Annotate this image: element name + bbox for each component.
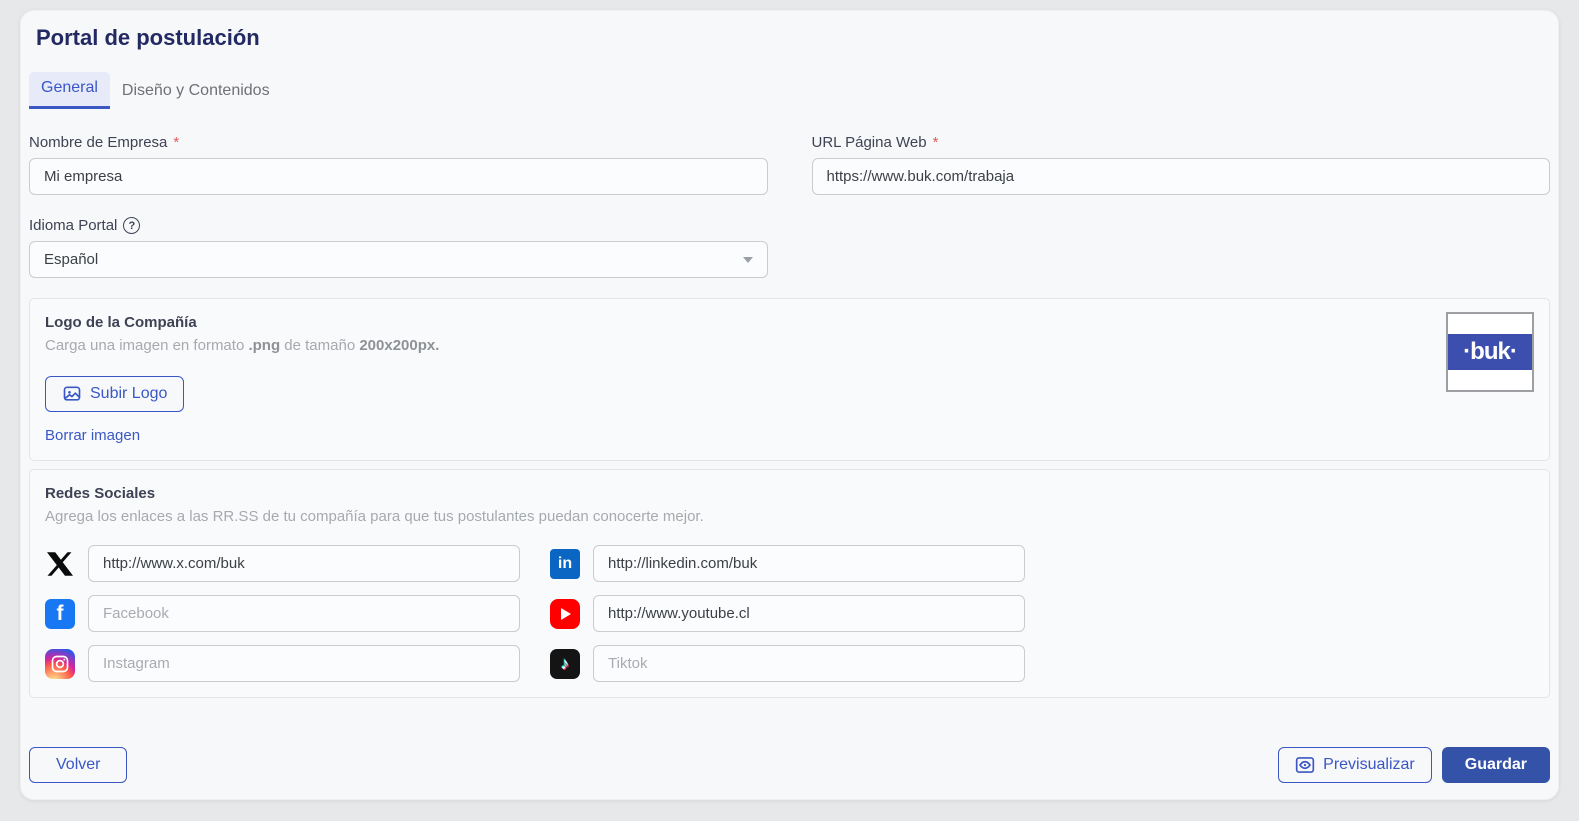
required-asterisk: * (933, 134, 939, 151)
delete-image-link[interactable]: Borrar imagen (45, 427, 140, 444)
tab-diseno-y-contenidos[interactable]: Diseño y Contenidos (110, 75, 282, 109)
youtube-link-row (550, 595, 1025, 632)
website-url-label: URL Página Web * (812, 134, 1551, 151)
company-name-label-text: Nombre de Empresa (29, 134, 167, 151)
x-twitter-icon (45, 549, 75, 579)
tiktok-icon: ♪ (550, 649, 580, 679)
save-button[interactable]: Guardar (1442, 747, 1550, 783)
linkedin-link-row: in (550, 545, 1025, 582)
logo-subtitle-mid: de tamaño (280, 337, 359, 354)
logo-section: Logo de la Compañía Carga una imagen en … (29, 298, 1550, 461)
logo-section-subtitle: Carga una imagen en formato .png de tama… (45, 337, 1534, 354)
linkedin-icon: in (550, 549, 580, 579)
tab-bar: General Diseño y Contenidos (29, 72, 1550, 109)
eye-icon (1295, 755, 1315, 775)
x-url-input[interactable] (88, 545, 520, 582)
social-section-subtitle: Agrega los enlaces a las RR.SS de tu com… (45, 508, 1534, 525)
logo-subtitle-prefix: Carga una imagen en formato (45, 337, 248, 354)
facebook-url-input[interactable] (88, 595, 520, 632)
linkedin-url-input[interactable] (593, 545, 1025, 582)
social-section-title: Redes Sociales (45, 485, 1534, 502)
instagram-icon (45, 649, 75, 679)
youtube-url-input[interactable] (593, 595, 1025, 632)
facebook-link-row: f (45, 595, 520, 632)
back-button[interactable]: Volver (29, 747, 127, 783)
x-link-row (45, 545, 520, 582)
required-asterisk: * (173, 134, 179, 151)
tab-general[interactable]: General (29, 72, 110, 109)
portal-language-field: Idioma Portal ? Español (29, 217, 768, 278)
language-select[interactable]: Español (29, 241, 768, 278)
portal-language-label: Idioma Portal ? (29, 217, 768, 234)
website-url-input[interactable] (812, 158, 1551, 195)
company-logo-preview: ·buk· (1446, 312, 1534, 392)
upload-logo-button[interactable]: Subir Logo (45, 376, 184, 412)
logo-subtitle-size: 200x200px. (359, 337, 439, 354)
social-section: Redes Sociales Agrega los enlaces a las … (29, 469, 1550, 698)
help-icon[interactable]: ? (123, 217, 140, 234)
website-url-field: URL Página Web * (812, 134, 1551, 195)
youtube-icon (550, 599, 580, 629)
tiktok-link-row: ♪ (550, 645, 1025, 682)
logo-subtitle-format: .png (248, 337, 280, 354)
settings-card: Portal de postulación General Diseño y C… (20, 10, 1559, 800)
image-icon (62, 384, 82, 404)
logo-section-title: Logo de la Compañía (45, 314, 1534, 331)
general-form: Nombre de Empresa * URL Página Web * Idi… (29, 134, 1550, 278)
page-title: Portal de postulación (29, 25, 1550, 51)
company-name-label: Nombre de Empresa * (29, 134, 768, 151)
chevron-down-icon (743, 257, 753, 263)
portal-language-label-text: Idioma Portal (29, 217, 117, 234)
social-links-grid: in f (45, 545, 1534, 682)
buk-logo: ·buk· (1448, 334, 1532, 370)
preview-button[interactable]: Previsualizar (1278, 747, 1432, 783)
instagram-link-row (45, 645, 520, 682)
upload-logo-label: Subir Logo (90, 385, 167, 403)
facebook-icon: f (45, 599, 75, 629)
tiktok-url-input[interactable] (593, 645, 1025, 682)
footer-actions: Volver Previsualizar Guardar (29, 747, 1550, 783)
company-name-input[interactable] (29, 158, 768, 195)
preview-button-label: Previsualizar (1323, 756, 1415, 774)
back-button-label: Volver (56, 756, 100, 774)
website-url-label-text: URL Página Web (812, 134, 927, 151)
company-name-field: Nombre de Empresa * (29, 134, 768, 195)
language-select-value: Español (44, 251, 98, 268)
instagram-url-input[interactable] (88, 645, 520, 682)
